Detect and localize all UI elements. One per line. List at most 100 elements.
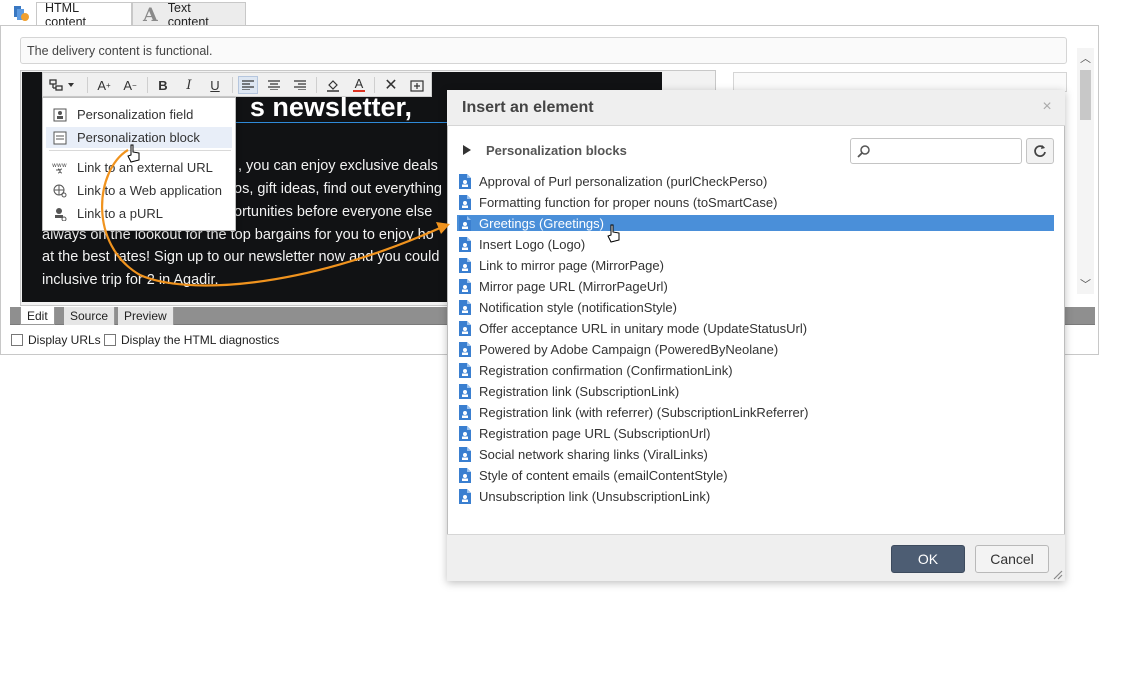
list-item[interactable]: Style of content emails (emailContentSty… [457,467,1054,483]
checkbox-box[interactable] [104,334,116,346]
vertical-scrollbar[interactable]: ︿ ﹀ [1077,48,1094,294]
list-item[interactable]: Mirror page URL (MirrorPageUrl) [457,278,1054,294]
dialog-title: Insert an element [462,99,594,116]
content-line: inclusive trip for 2 in Agadir. [42,272,219,288]
list-item[interactable]: Registration confirmation (ConfirmationL… [457,362,1054,378]
refresh-button[interactable] [1026,138,1054,164]
list-item[interactable]: Insert Logo (Logo) [457,236,1054,252]
list-item-label: Style of content emails (emailContentSty… [479,467,728,483]
search-input[interactable] [850,138,1022,164]
scroll-thumb[interactable] [1080,70,1091,120]
italic-icon[interactable]: I [179,76,199,94]
personalization-block-icon [459,467,471,483]
expand-arrow-icon[interactable] [462,144,472,156]
search-icon [857,145,870,158]
list-item[interactable]: Social network sharing links (ViralLinks… [457,446,1054,462]
list-item[interactable]: Registration link (with referrer) (Subsc… [457,404,1054,420]
menu-item-label: Link to a Web application [77,183,223,198]
text-color-icon[interactable]: A [349,76,369,94]
purl-icon [52,206,68,222]
menu-item-purl[interactable]: Link to a pURL [46,203,232,224]
list-item-label: Registration page URL (SubscriptionUrl) [479,425,711,441]
menu-item-label: Link to a pURL [77,206,163,221]
section-title: Personalization blocks [486,143,627,158]
personalization-block-icon [459,446,471,462]
list-item[interactable]: Offer acceptance URL in unitary mode (Up… [457,320,1054,336]
ok-button[interactable]: OK [891,545,965,573]
list-item[interactable]: Link to mirror page (MirrorPage) [457,257,1054,273]
cancel-button[interactable]: Cancel [975,545,1049,573]
bold-icon[interactable]: B [153,76,173,94]
list-item[interactable]: Approval of Purl personalization (purlCh… [457,173,1054,189]
list-item-label: Insert Logo (Logo) [479,236,586,252]
list-item[interactable]: Greetings (Greetings) [457,215,1054,231]
personalization-block-icon [459,278,471,294]
underline-icon[interactable]: U [205,76,225,94]
personalization-block-icon [459,299,471,315]
personalization-block-icon [459,425,471,441]
toolbar-separator [232,77,233,93]
content-line: at the best rates! Sign up to our newsle… [42,249,440,265]
list-item[interactable]: Registration page URL (SubscriptionUrl) [457,425,1054,441]
toolbar-separator [316,77,317,93]
align-center-icon[interactable] [264,76,284,94]
insert-element-dropdown[interactable] [47,76,77,94]
tab-source[interactable]: Source [64,307,116,325]
refresh-icon [1034,145,1046,157]
decrease-font-icon[interactable]: A − [119,76,141,94]
tab-preview[interactable]: Preview [118,307,174,325]
close-icon[interactable]: × [1040,98,1054,115]
clear-format-icon[interactable]: ✕ [381,76,401,94]
hand-cursor-icon [126,144,142,164]
list-item-label: Formatting function for proper nouns (to… [479,194,778,210]
content-tabs: HTML content A Text content [0,0,1100,29]
personalization-block-icon [459,404,471,420]
checkbox-label: Display URLs [28,333,101,347]
menu-item-label: Personalization field [77,107,194,122]
insert-image-icon[interactable] [407,76,427,94]
side-preview-panel [733,72,1067,92]
web-application-icon [52,183,68,199]
list-item[interactable]: Formatting function for proper nouns (to… [457,194,1054,210]
align-left-icon[interactable] [238,76,258,94]
personalization-block-icon [52,130,68,146]
content-line: , you can enjoy exclusive deals [238,158,438,174]
list-item-label: Registration confirmation (ConfirmationL… [479,362,733,378]
align-right-icon[interactable] [290,76,310,94]
content-status-message: The delivery content is functional. [20,37,1067,64]
tab-edit[interactable]: Edit [20,307,55,325]
list-item-label: Greetings (Greetings) [479,215,604,231]
list-item-label: Powered by Adobe Campaign (PoweredByNeol… [479,341,779,357]
list-item[interactable]: Unsubscription link (UnsubscriptionLink) [457,488,1054,504]
scroll-up-icon[interactable]: ︿ [1077,50,1094,66]
delivery-app-icon [12,4,30,22]
list-item[interactable]: Powered by Adobe Campaign (PoweredByNeol… [457,341,1054,357]
tab-text-content[interactable]: A Text content [132,1,246,29]
personalization-block-icon [459,488,471,504]
increase-font-icon[interactable]: A + [93,76,115,94]
list-item[interactable]: Notification style (notificationStyle) [457,299,1054,315]
toolbar-separator [147,77,148,93]
list-item-label: Offer acceptance URL in unitary mode (Up… [479,320,808,336]
personalization-block-icon [459,215,471,231]
tab-html-content[interactable]: HTML content [36,1,132,29]
list-item-label: Mirror page URL (MirrorPageUrl) [479,278,668,294]
resize-grip-icon[interactable] [1053,569,1063,580]
list-item-label: Notification style (notificationStyle) [479,299,677,315]
scroll-down-icon[interactable]: ﹀ [1077,276,1094,292]
personalization-block-icon [459,383,471,399]
fill-color-icon[interactable] [323,76,343,94]
svg-text:www: www [52,162,67,169]
external-url-icon: www [52,160,68,176]
menu-item-personalization-field[interactable]: Personalization field [46,104,232,125]
menu-item-web-application[interactable]: Link to a Web application [46,180,232,201]
menu-item-label: Link to an external URL [77,160,213,175]
toolbar-separator [374,77,375,93]
list-item[interactable]: Registration link (SubscriptionLink) [457,383,1054,399]
dialog-footer [447,534,1065,581]
personalization-block-icon [459,257,471,273]
display-html-diagnostics-checkbox[interactable]: Display the HTML diagnostics [104,333,279,347]
checkbox-box[interactable] [11,334,23,346]
formatting-toolbar: A + A − B I U A ✕ [42,72,432,97]
display-urls-checkbox[interactable]: Display URLs [11,333,101,347]
